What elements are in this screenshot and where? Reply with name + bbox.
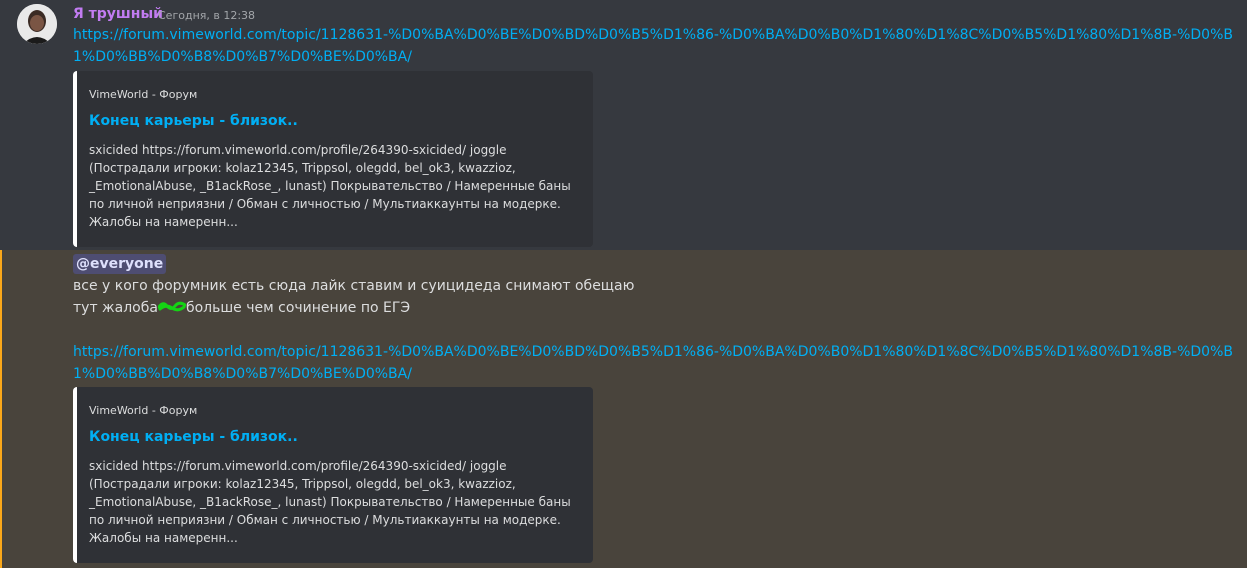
forum-link[interactable]: https://forum.vimeworld.com/topic/112863… xyxy=(73,24,1233,68)
author-name[interactable]: Я трушный xyxy=(73,6,163,22)
message-text-before-scribble: тут жалоба xyxy=(73,300,158,316)
message-text-line-1: все у кого форумник есть сюда лайк стави… xyxy=(73,278,635,294)
embed-description: sxicided https://forum.vimeworld.com/pro… xyxy=(89,143,571,229)
embed-title[interactable]: Конец карьеры - близок.. xyxy=(89,113,298,129)
avatar-image xyxy=(17,4,57,44)
embed-provider: VimeWorld - Форум xyxy=(89,404,198,417)
message-1: Я трушный Сегодня, в 12:38 https://forum… xyxy=(0,0,1247,250)
link-embed: VimeWorld - Форум Конец карьеры - близок… xyxy=(73,387,593,563)
mention-highlight-bar xyxy=(0,250,2,568)
message-timestamp: Сегодня, в 12:38 xyxy=(158,9,256,22)
embed-title[interactable]: Конец карьеры - близок.. xyxy=(89,429,298,445)
forum-link[interactable]: https://forum.vimeworld.com/topic/112863… xyxy=(73,341,1233,385)
censor-scribble xyxy=(157,297,187,319)
message-text-after-scribble: больше чем сочинение по ЕГЭ xyxy=(185,300,411,316)
embed-provider: VimeWorld - Форум xyxy=(89,88,198,101)
link-embed: VimeWorld - Форум Конец карьеры - близок… xyxy=(73,71,593,247)
message-text-line-2: тут жалоба больше чем сочинение по ЕГЭ xyxy=(73,297,410,319)
everyone-mention[interactable]: @everyone xyxy=(73,254,167,274)
embed-description: sxicided https://forum.vimeworld.com/pro… xyxy=(89,459,571,545)
user-avatar[interactable] xyxy=(17,4,57,44)
